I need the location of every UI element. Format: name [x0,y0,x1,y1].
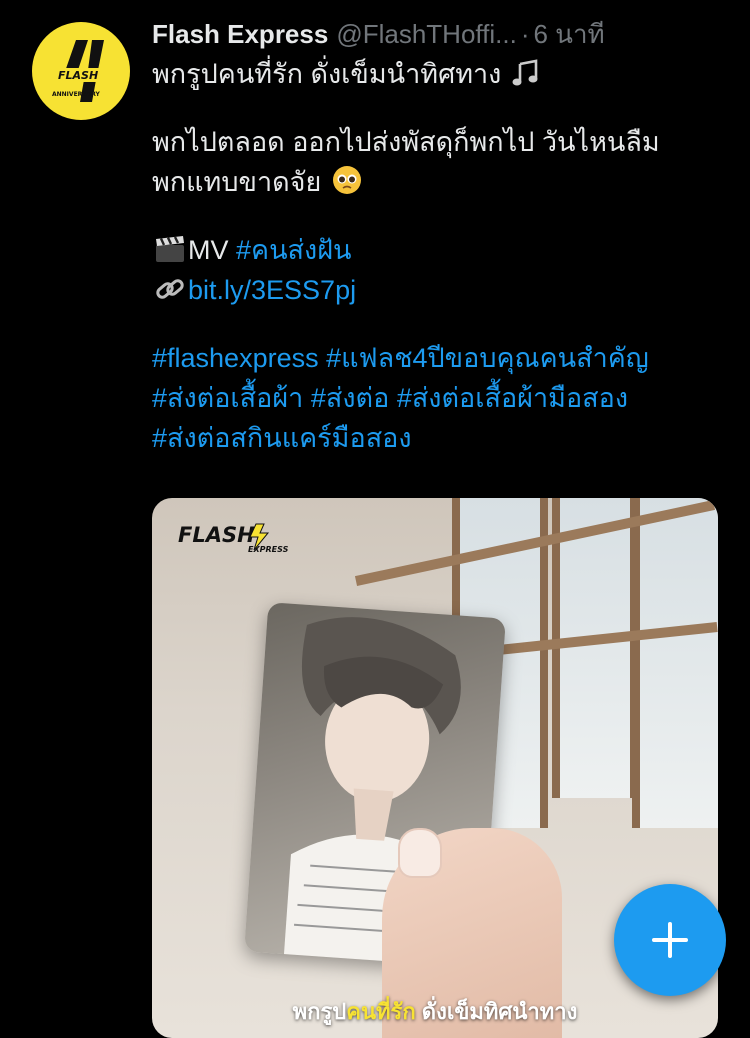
tweet-line: #ส่งต่อสกินแคร์มือสอง [152,418,732,458]
avatar[interactable]: FLASH ANNIVERSARY [32,22,130,120]
tweet-line-text: พกแทบขาดจัย [152,167,322,197]
separator: · [520,19,530,49]
svg-text:FLASH: FLASH [58,69,98,82]
url-link[interactable]: bit.ly/3ESS7pj [188,275,356,305]
clapper-board-icon [154,234,186,275]
author-name[interactable]: Flash Express [152,19,328,50]
svg-text:ANNIVERSARY: ANNIVERSARY [52,91,101,98]
tweet-line: MV #คนส่งฝัน [152,230,732,270]
link-icon [154,274,186,315]
tweet[interactable]: FLASH ANNIVERSARY Flash Express @FlashTH… [0,0,750,1038]
thumb-nail [398,828,442,878]
caption-text: พกรูป [292,999,347,1024]
author-handle[interactable]: @FlashTHoffi... [336,19,517,50]
hashtag-link[interactable]: #ส่งต่อเสื้อผ้ามือสอง [397,383,628,413]
tweet-text: พกรูปคนที่รัก ดั่งเข็มนำทิศทาง พกไปตลอด … [152,54,732,458]
tweet-line-text: พกรูปคนที่รัก ดั่งเข็มนำทิศทาง [152,59,502,89]
hashtag-link[interactable]: #ส่งต่อ [311,383,389,413]
tweet-line-text: พกไปตลอด ออกไปส่งพัสดุก็พกไป วันไหนลืม [152,127,660,157]
video-caption: พกรูปคนที่รัก ดั่งเข็มทิศนำทาง [152,994,718,1029]
mv-label: MV [188,235,229,265]
timestamp[interactable]: 6 นาที [534,14,605,55]
hashtag-link[interactable]: #flashexpress [152,343,319,373]
tweet-line: พกแทบขาดจัย [152,162,732,202]
hashtag-link[interactable]: #แฟลช4ปีขอบคุณคนสำคัญ [326,343,649,373]
caption-highlight: คนที่รัก [346,999,416,1024]
tweet-line: #ส่งต่อเสื้อผ้า #ส่งต่อ #ส่งต่อเสื้อผ้าม… [152,378,732,418]
background-window [632,498,718,828]
caption-text: ดั่งเข็มทิศนำทาง [415,999,578,1024]
tweet-header: Flash Express @FlashTHoffi... · 6 นาที [152,14,605,50]
hashtag-link[interactable]: #ส่งต่อสกินแคร์มือสอง [152,423,412,453]
hashtag-link[interactable]: #ส่งต่อเสื้อผ้า [152,383,303,413]
flash-4-anniversary-logo: FLASH ANNIVERSARY [52,40,114,102]
flash-express-logo: FLASH EXPRESS [178,522,308,554]
tweet-line: #flashexpress #แฟลช4ปีขอบคุณคนสำคัญ [152,338,732,378]
compose-tweet-button[interactable] [614,884,726,996]
tweet-line: พกไปตลอด ออกไปส่งพัสดุก็พกไป วันไหนลืม [152,122,732,162]
pleading-face-icon [331,164,363,207]
tweet-line: พกรูปคนที่รัก ดั่งเข็มนำทิศทาง [152,54,732,94]
svg-text:FLASH: FLASH [178,523,255,547]
hashtag-link[interactable]: #คนส่งฝัน [236,235,351,265]
plus-icon [652,922,688,958]
music-note-icon [511,58,541,99]
tweet-line: bit.ly/3ESS7pj [152,270,732,310]
